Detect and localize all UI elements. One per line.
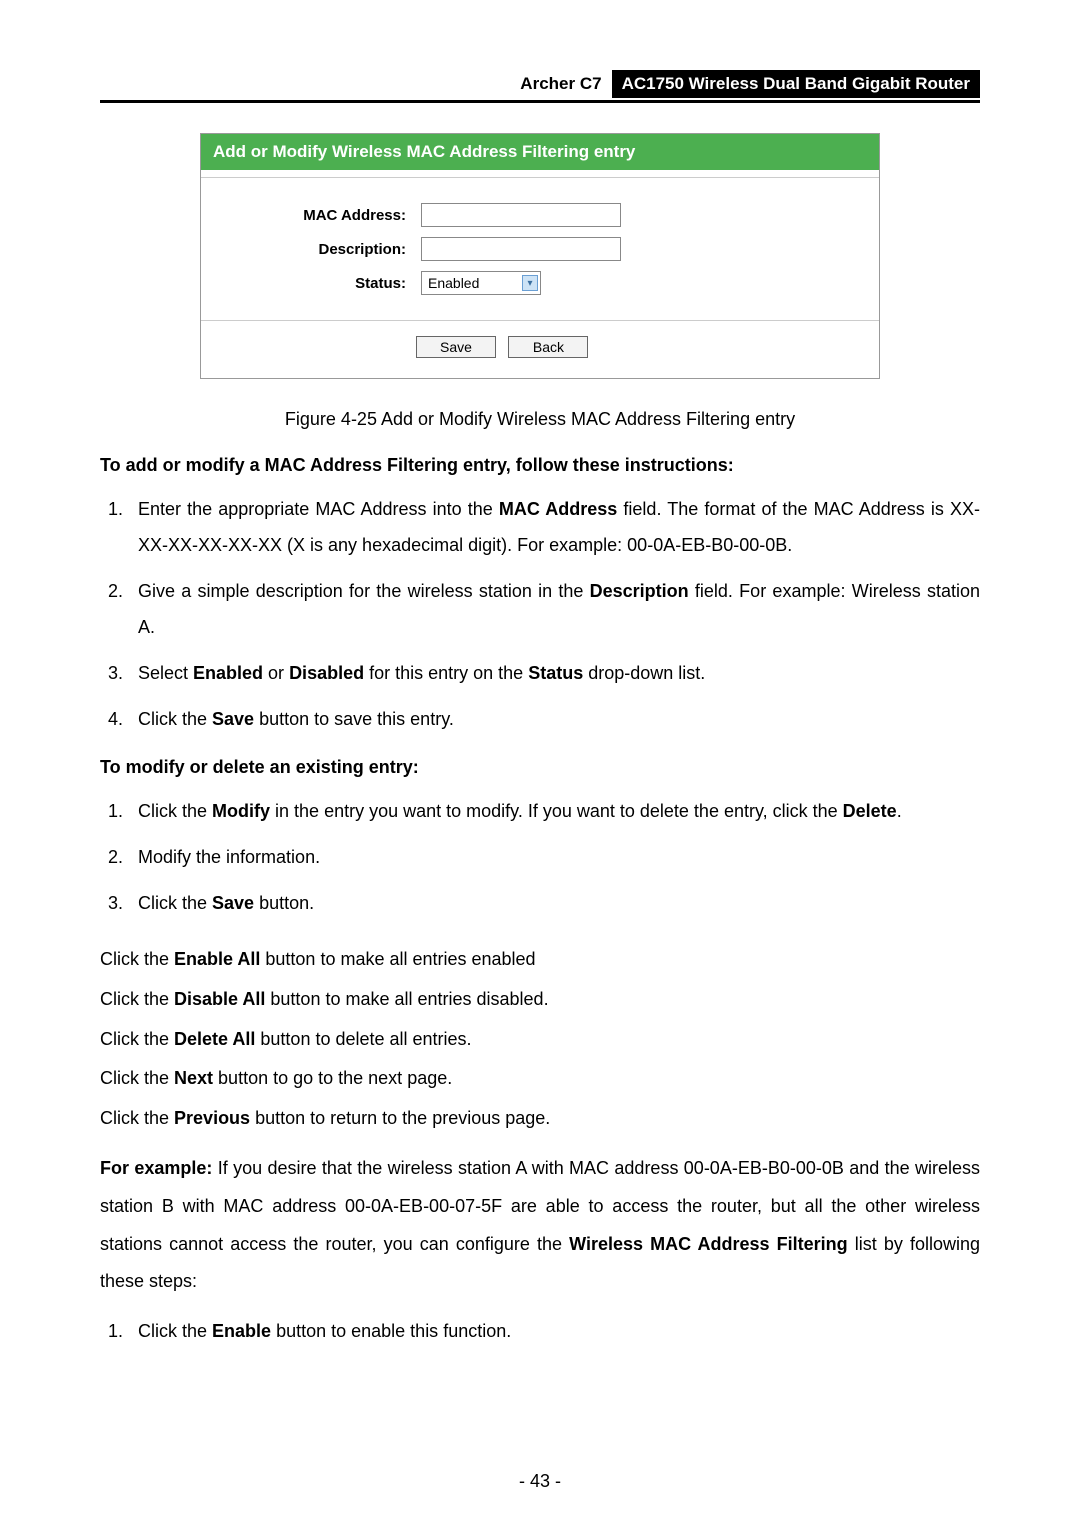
example-steps-list: Click the Enable button to enable this f… [100,1313,980,1349]
status-select[interactable]: Enabled ▾ [421,271,541,295]
paragraph: Click the Enable All button to make all … [100,941,980,979]
heading-modify: To modify or delete an existing entry: [100,757,980,778]
instructions-modify-list: Click the Modify in the entry you want t… [100,793,980,921]
chevron-down-icon: ▾ [522,275,538,291]
paragraph: Click the Previous button to return to t… [100,1100,980,1138]
back-button[interactable]: Back [508,336,588,358]
list-item: Select Enabled or Disabled for this entr… [128,655,980,691]
list-item: Click the Enable button to enable this f… [128,1313,980,1349]
description-input[interactable] [421,237,621,261]
screenshot-title: Add or Modify Wireless MAC Address Filte… [201,134,879,170]
paragraph: Click the Delete All button to delete al… [100,1021,980,1059]
list-item: Click the Modify in the entry you want t… [128,793,980,829]
list-item: Click the Save button. [128,885,980,921]
status-select-value: Enabled [428,275,479,291]
list-item: Enter the appropriate MAC Address into t… [128,491,980,563]
heading-add: To add or modify a MAC Address Filtering… [100,455,980,476]
paragraph: Click the Disable All button to make all… [100,981,980,1019]
header-product: AC1750 Wireless Dual Band Gigabit Router [612,70,980,98]
save-button[interactable]: Save [416,336,496,358]
list-item: Click the Save button to save this entry… [128,701,980,737]
status-label: Status: [221,275,421,292]
divider [201,170,879,178]
paragraph: Click the Next button to go to the next … [100,1060,980,1098]
description-label: Description: [221,241,421,258]
header-model: Archer C7 [510,70,611,98]
page-header: Archer C7 AC1750 Wireless Dual Band Giga… [100,70,980,103]
mac-address-input[interactable] [421,203,621,227]
router-screenshot: Add or Modify Wireless MAC Address Filte… [200,133,880,379]
list-item: Give a simple description for the wirele… [128,573,980,645]
figure-caption: Figure 4-25 Add or Modify Wireless MAC A… [100,409,980,430]
mac-address-label: MAC Address: [221,207,421,224]
list-item: Modify the information. [128,839,980,875]
instructions-add-list: Enter the appropriate MAC Address into t… [100,491,980,737]
example-paragraph: For example: If you desire that the wire… [100,1150,980,1301]
page-number: - 43 - [0,1471,1080,1492]
